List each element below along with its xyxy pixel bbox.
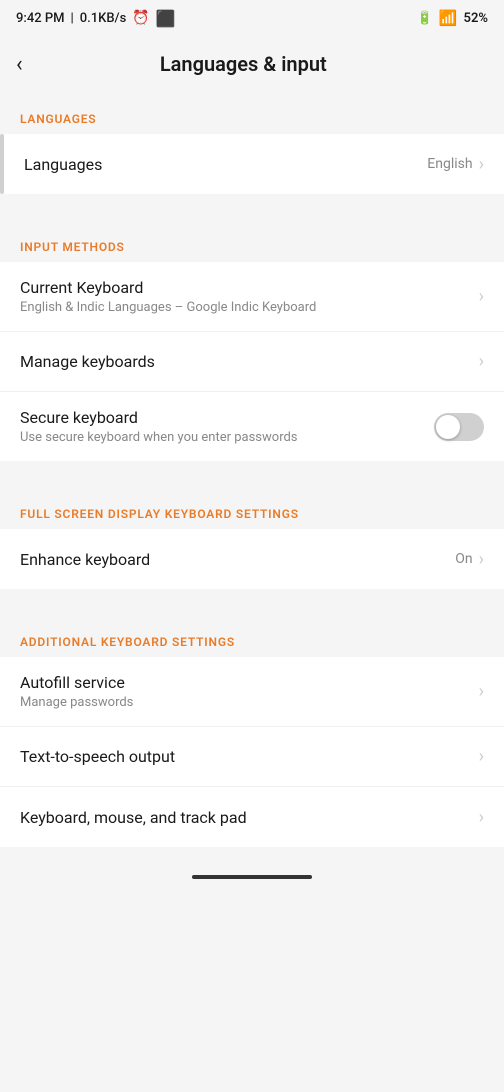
keyboard-mouse-title: Keyboard, mouse, and track pad (20, 808, 479, 827)
network-speed-value: 0.1KB/s (80, 11, 127, 26)
home-indicator (192, 875, 312, 879)
status-right: 🔋 📶 52% (417, 9, 488, 27)
bottom-area (0, 849, 504, 897)
languages-item[interactable]: Languages English › (0, 134, 504, 194)
current-keyboard-subtitle: English & Indic Languages – Google Indic… (20, 300, 479, 315)
secure-keyboard-item[interactable]: Secure keyboard Use secure keyboard when… (0, 392, 504, 461)
autofill-service-subtitle: Manage passwords (20, 695, 479, 710)
keyboard-mouse-chevron-icon: › (479, 807, 484, 828)
content-area: LANGUAGES Languages English › INPUT METH… (0, 92, 504, 847)
page-title: Languages & input (31, 52, 456, 76)
network-speed: | (71, 11, 74, 26)
time-display: 9:42 PM (16, 11, 65, 26)
current-keyboard-chevron-icon: › (479, 286, 484, 307)
autofill-service-chevron-icon: › (479, 681, 484, 702)
fullscreen-section-label: FULL SCREEN DISPLAY KEYBOARD SETTINGS (0, 487, 504, 529)
input-methods-section: INPUT METHODS Current Keyboard English &… (0, 220, 504, 461)
autofill-service-item[interactable]: Autofill service Manage passwords › (0, 657, 504, 727)
enhance-keyboard-item[interactable]: Enhance keyboard On › (0, 529, 504, 589)
secure-keyboard-title: Secure keyboard (20, 408, 434, 427)
fullscreen-section: FULL SCREEN DISPLAY KEYBOARD SETTINGS En… (0, 487, 504, 589)
left-accent-bar (0, 134, 4, 194)
languages-section-label: LANGUAGES (0, 92, 504, 134)
battery-x-icon: 🔋 (417, 11, 433, 26)
languages-section: LANGUAGES Languages English › (0, 92, 504, 194)
languages-item-left: Languages (24, 155, 427, 174)
manage-keyboards-chevron-icon: › (479, 351, 484, 372)
page-header: ‹ Languages & input (0, 36, 504, 92)
current-keyboard-item[interactable]: Current Keyboard English & Indic Languag… (0, 262, 504, 332)
tts-output-title: Text-to-speech output (20, 747, 479, 766)
autofill-service-title: Autofill service (20, 673, 479, 692)
languages-card: Languages English › (0, 134, 504, 194)
divider-2 (0, 463, 504, 487)
enhance-keyboard-value: On (455, 551, 472, 567)
manage-keyboards-title: Manage keyboards (20, 352, 479, 371)
languages-item-right: English › (427, 154, 484, 175)
additional-section-label: ADDITIONAL KEYBOARD SETTINGS (0, 615, 504, 657)
additional-card: Autofill service Manage passwords › Text… (0, 657, 504, 847)
tts-output-chevron-icon: › (479, 746, 484, 767)
languages-current-value: English (427, 156, 472, 172)
input-methods-label: INPUT METHODS (0, 220, 504, 262)
battery-display: 52% (464, 11, 488, 26)
languages-item-title: Languages (24, 155, 427, 174)
fullscreen-card: Enhance keyboard On › (0, 529, 504, 589)
keyboard-mouse-item[interactable]: Keyboard, mouse, and track pad › (0, 787, 504, 847)
current-keyboard-title: Current Keyboard (20, 278, 479, 297)
divider-1 (0, 196, 504, 220)
languages-chevron-icon: › (479, 154, 484, 175)
additional-section: ADDITIONAL KEYBOARD SETTINGS Autofill se… (0, 615, 504, 847)
tts-output-item[interactable]: Text-to-speech output › (0, 727, 504, 787)
enhance-keyboard-title: Enhance keyboard (20, 550, 455, 569)
divider-3 (0, 591, 504, 615)
status-bar: 9:42 PM | 0.1KB/s ⏰ ⬛ 🔋 📶 52% (0, 0, 504, 36)
secure-keyboard-toggle[interactable] (434, 413, 484, 441)
recording-icon: ⬛ (156, 9, 176, 28)
manage-keyboards-item[interactable]: Manage keyboards › (0, 332, 504, 392)
enhance-keyboard-chevron-icon: › (479, 549, 484, 570)
back-button[interactable]: ‹ (16, 48, 31, 81)
status-left: 9:42 PM | 0.1KB/s ⏰ ⬛ (16, 9, 176, 28)
input-methods-card: Current Keyboard English & Indic Languag… (0, 262, 504, 461)
secure-keyboard-subtitle: Use secure keyboard when you enter passw… (20, 430, 434, 445)
wifi-icon: 📶 (439, 9, 458, 27)
alarm-icon: ⏰ (132, 10, 149, 26)
